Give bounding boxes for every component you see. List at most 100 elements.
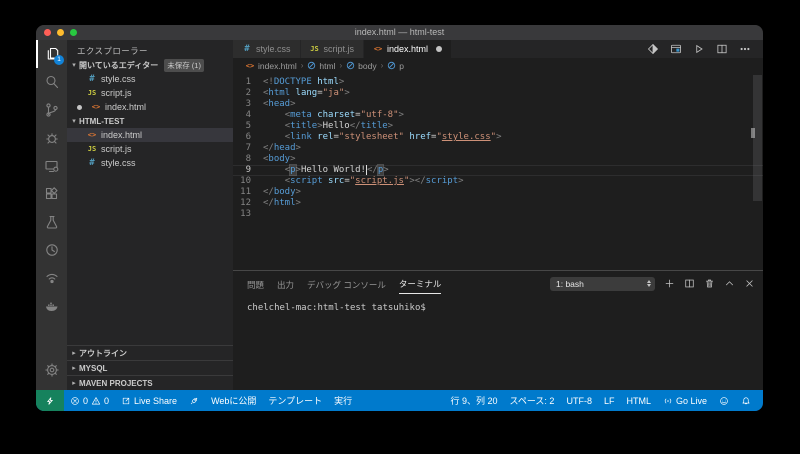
tab-style-css[interactable]: # style.css [233, 40, 301, 58]
explorer-icon[interactable]: 1 [36, 40, 67, 68]
code-line[interactable]: 9 <p>Hello World!</p> [233, 165, 763, 176]
maven-section-header[interactable]: ▸ MAVEN PROJECTS [67, 375, 233, 390]
title-bar: index.html — html-test [36, 25, 763, 40]
breadcrumb-p[interactable]: p [387, 61, 404, 71]
mysql-section-header[interactable]: ▸ MYSQL [67, 360, 233, 375]
kill-terminal-trash-icon[interactable] [704, 278, 715, 289]
run-status[interactable]: 実行 [328, 390, 358, 411]
open-editor-item[interactable]: <> index.html [67, 100, 233, 114]
remote-indicator[interactable] [36, 390, 64, 411]
breadcrumb-separator: › [339, 61, 342, 70]
notifications-status[interactable] [735, 396, 757, 406]
extensions-icon[interactable] [36, 180, 67, 208]
open-preview-icon[interactable] [670, 43, 682, 55]
code-line[interactable]: 7</head> [233, 143, 763, 154]
more-actions-icon[interactable] [739, 43, 751, 55]
run-label: 実行 [334, 394, 352, 407]
broadcast-icon [663, 396, 673, 406]
file-label: script.js [101, 144, 132, 154]
code-line[interactable]: 12</html> [233, 198, 763, 209]
open-editor-item[interactable]: # style.css [67, 72, 233, 86]
terminal-shell-select[interactable]: 1: bash [550, 277, 655, 291]
window-title: index.html — html-test [36, 25, 763, 40]
js-file-icon: JS [87, 89, 97, 97]
code-line[interactable]: 4 <meta charset="utf-8"> [233, 110, 763, 121]
code-line[interactable]: 2<html lang="ja"> [233, 88, 763, 99]
symbol-icon [387, 61, 396, 70]
search-icon[interactable] [36, 68, 67, 96]
file-tree-item[interactable]: JS script.js [67, 142, 233, 156]
code-text: <p>Hello World!</p> [263, 165, 389, 176]
debug-icon[interactable] [36, 124, 67, 152]
new-terminal-icon[interactable] [664, 278, 675, 289]
maximize-panel-icon[interactable] [724, 278, 735, 289]
test-beaker-icon[interactable] [36, 208, 67, 236]
panel-tab-problems[interactable]: 問題 [247, 274, 264, 294]
language-mode-status[interactable]: HTML [620, 396, 657, 406]
publish-web-status[interactable]: Webに公開 [205, 390, 262, 411]
indentation-status[interactable]: スペース: 2 [504, 394, 561, 407]
code-line[interactable]: 10 <script src="script.js"></script> [233, 176, 763, 187]
encoding-status[interactable]: UTF-8 [560, 396, 598, 406]
panel-tab-output[interactable]: 出力 [277, 274, 294, 294]
open-editor-item[interactable]: JS script.js [67, 86, 233, 100]
source-control-icon[interactable] [36, 96, 67, 124]
css-file-icon: # [87, 74, 97, 84]
code-line[interactable]: 1<!DOCTYPE html> [233, 77, 763, 88]
panel-header: 問題 出力 デバッグ コンソール ターミナル 1: bash [233, 271, 763, 296]
editor-scrollbar[interactable] [753, 75, 762, 201]
go-live-status[interactable]: Go Live [657, 396, 713, 406]
cursor-position-status[interactable]: 行 9、列 20 [444, 394, 503, 407]
remote-lightning-icon [45, 396, 55, 406]
code-line[interactable]: 6 <link rel="stylesheet" href="style.css… [233, 132, 763, 143]
language-label: HTML [626, 396, 651, 406]
split-editor-icon[interactable] [716, 43, 728, 55]
file-tree-item[interactable]: # style.css [67, 156, 233, 170]
panel-tab-terminal[interactable]: ターミナル [399, 273, 442, 294]
code-line[interactable]: 3<head> [233, 99, 763, 110]
rocket-status[interactable] [183, 390, 205, 411]
split-terminal-icon[interactable] [684, 278, 695, 289]
formatter-diamond-icon[interactable] [647, 43, 659, 55]
open-editors-header[interactable]: ▾ 開いているエディター 未保存 (1) [67, 58, 233, 72]
close-panel-icon[interactable] [744, 278, 755, 289]
time-clock-icon[interactable] [36, 236, 67, 264]
outline-section-header[interactable]: ▸ アウトライン [67, 345, 233, 360]
panel-tab-debug-console[interactable]: デバッグ コンソール [307, 274, 386, 294]
remote-screen-icon[interactable] [36, 152, 67, 180]
folder-header[interactable]: ▾ HTML-TEST [67, 114, 233, 128]
code-line[interactable]: 11</body> [233, 187, 763, 198]
problems-status[interactable]: 0 0 [64, 390, 115, 411]
breadcrumb-label: index.html [258, 61, 297, 71]
feedback-status[interactable] [713, 396, 735, 406]
run-icon[interactable] [693, 43, 705, 55]
terminal-view[interactable]: chelchel-mac:html-test tatsuhiko$ [233, 296, 763, 390]
terminal-prompt-line: chelchel-mac:html-test tatsuhiko$ [247, 303, 763, 313]
live-share-status[interactable]: Live Share [115, 390, 183, 411]
code-editor[interactable]: 1<!DOCTYPE html>2<html lang="ja">3<head>… [233, 73, 763, 270]
code-text: <html lang="ja"> [263, 88, 350, 99]
html-file-icon: <> [373, 45, 383, 53]
eol-status[interactable]: LF [598, 396, 621, 406]
code-line[interactable]: 8<body> [233, 154, 763, 165]
breadcrumb-body[interactable]: body [346, 61, 376, 71]
live-server-wifi-icon[interactable] [36, 264, 67, 292]
code-line[interactable]: 5 <title>Hello</title> [233, 121, 763, 132]
breadcrumb-html[interactable]: html [307, 61, 335, 71]
warning-count: 0 [104, 396, 109, 406]
chevron-down-icon: ▾ [69, 61, 79, 69]
template-status[interactable]: テンプレート [262, 390, 328, 411]
modified-dot-icon[interactable] [436, 46, 442, 52]
symbol-icon [307, 61, 316, 70]
workbench: 1 [36, 40, 763, 390]
tab-index-html[interactable]: <> index.html [364, 40, 452, 58]
go-live-label: Go Live [676, 396, 707, 406]
tab-script-js[interactable]: JS script.js [301, 40, 365, 58]
code-line[interactable]: 13 [233, 209, 763, 220]
file-tree-item[interactable]: <> index.html [67, 128, 233, 142]
code-lines: 1<!DOCTYPE html>2<html lang="ja">3<head>… [233, 77, 763, 220]
docker-whale-icon[interactable] [36, 292, 67, 320]
settings-gear-icon[interactable] [36, 356, 67, 384]
breadcrumb-file[interactable]: <> index.html [245, 61, 297, 71]
html-file-icon: <> [87, 131, 97, 139]
